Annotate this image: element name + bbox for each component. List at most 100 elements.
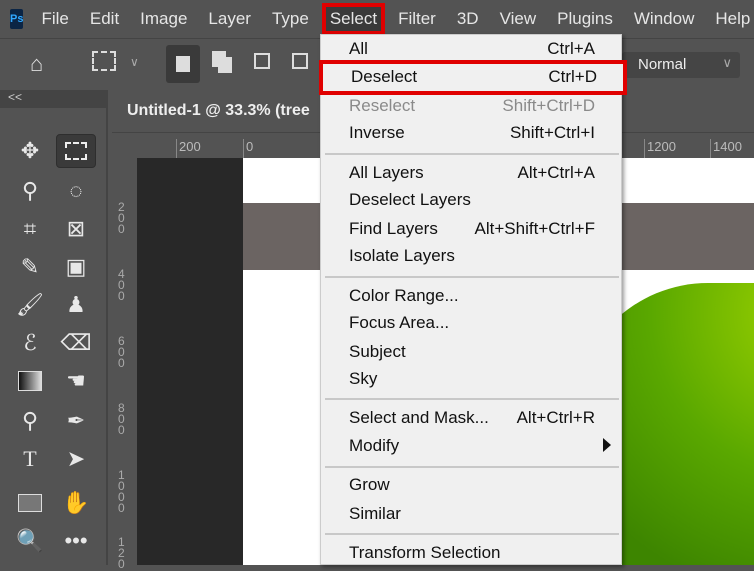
eraser-tool-icon[interactable]: ⌫	[56, 326, 96, 360]
label: Grow	[349, 475, 390, 494]
ruler-label: 1200	[644, 139, 676, 159]
menu-item-focus-area[interactable]: Focus Area...	[321, 310, 621, 337]
blend-mode-dropdown[interactable]: Normal ∨	[622, 52, 740, 78]
ruler-label: 1000	[118, 468, 125, 515]
label: Isolate Layers	[349, 246, 455, 265]
chevron-down-icon[interactable]: ∨	[130, 55, 139, 69]
brush-tool-icon[interactable]: 🖌	[10, 288, 50, 322]
pasteboard	[137, 158, 243, 565]
menu-item-find-layers[interactable]: Find Layers Alt+Shift+Ctrl+F	[321, 216, 621, 243]
menu-item-modify[interactable]: Modify	[321, 433, 621, 460]
smudge-tool-icon[interactable]: ☚	[56, 364, 96, 398]
ruler-label: 600	[118, 334, 125, 370]
tools-panel: << ✥ ⚲ ◌ ⌗ ⊠ ✎ ▣ 🖌 ♟ ℰ ⌫ ☚ ⚲ ✒ T ➤ ✋ 🔍 •…	[0, 90, 108, 565]
menu-image[interactable]: Image	[136, 7, 191, 31]
menu-window[interactable]: Window	[630, 7, 698, 31]
menu-layer[interactable]: Layer	[204, 7, 255, 31]
shortcut: Ctrl+A	[547, 39, 595, 58]
add-selection-button[interactable]	[212, 51, 226, 67]
menu-item-transform-selection[interactable]: Transform Selection	[321, 540, 621, 567]
select-menu-dropdown: All Ctrl+A Deselect Ctrl+D Reselect Shift+C…	[319, 34, 627, 567]
more-tools-icon[interactable]: •••	[56, 524, 96, 558]
shortcut: Alt+Shift+Ctrl+F	[474, 219, 595, 238]
menu-item-all[interactable]: All Ctrl+A	[321, 36, 621, 63]
menu-separator	[325, 153, 619, 155]
history-brush-tool-icon[interactable]: ℰ	[10, 326, 50, 360]
ruler-label: 800	[118, 401, 125, 437]
shortcut: Alt+Ctrl+R	[516, 408, 595, 427]
menu-3d[interactable]: 3D	[453, 7, 483, 31]
document-tab[interactable]: Untitled-1 @ 33.3% (tree	[112, 92, 332, 130]
new-selection-button[interactable]	[166, 45, 200, 83]
home-icon[interactable]: ⌂	[30, 51, 43, 77]
label: Deselect Layers	[349, 190, 471, 209]
frame-tool-icon[interactable]: ⊠	[56, 212, 96, 246]
label: All Layers	[349, 163, 424, 182]
healing-brush-tool-icon[interactable]: ▣	[56, 250, 96, 284]
label: Transform Selection	[349, 543, 501, 562]
menu-separator	[325, 398, 619, 400]
menu-plugins[interactable]: Plugins	[553, 7, 617, 31]
menu-edit[interactable]: Edit	[86, 7, 123, 31]
marquee-preset-icon[interactable]	[92, 51, 116, 71]
menu-file[interactable]: File	[37, 7, 72, 31]
shortcut: Shift+Ctrl+I	[509, 123, 595, 142]
gradient-tool-icon[interactable]	[10, 364, 50, 398]
menu-item-subject[interactable]: Subject	[321, 339, 621, 366]
dodge-tool-icon[interactable]: ⚲	[10, 404, 50, 438]
menu-item-deselect-layers[interactable]: Deselect Layers	[321, 187, 621, 214]
label: Color Range...	[349, 286, 459, 305]
type-tool-icon[interactable]: T	[10, 442, 50, 476]
menu-item-sky[interactable]: Sky	[321, 366, 621, 393]
collapse-panel-button[interactable]: <<	[0, 90, 106, 108]
rectangle-tool-icon[interactable]	[10, 486, 50, 520]
label: Focus Area...	[349, 313, 450, 332]
menu-help[interactable]: Help	[711, 7, 754, 31]
menu-item-inverse[interactable]: Inverse Shift+Ctrl+I	[321, 120, 621, 147]
menu-view[interactable]: View	[496, 7, 541, 31]
label: Subject	[349, 342, 406, 361]
move-tool-icon[interactable]: ✥	[10, 134, 50, 168]
label: Select and Mask...	[349, 408, 489, 427]
vertical-ruler: 200 400 600 800 1000 120	[112, 158, 137, 570]
pen-tool-icon[interactable]: ✒	[56, 404, 96, 438]
hand-tool-icon[interactable]: ✋	[56, 486, 96, 520]
quick-selection-tool-icon[interactable]: ◌	[56, 174, 96, 208]
menu-item-all-layers[interactable]: All Layers Alt+Ctrl+A	[321, 160, 621, 187]
menu-item-select-and-mask[interactable]: Select and Mask... Alt+Ctrl+R	[321, 405, 621, 432]
ruler-label: 400	[118, 267, 125, 303]
label: Reselect	[349, 96, 416, 115]
menu-item-color-range[interactable]: Color Range...	[321, 283, 621, 310]
menu-filter[interactable]: Filter	[394, 7, 440, 31]
label: Sky	[349, 369, 378, 388]
menu-item-similar[interactable]: Similar	[321, 501, 621, 528]
label: Deselect	[351, 67, 418, 86]
ruler-label: 1400	[710, 139, 742, 159]
crop-tool-icon[interactable]: ⌗	[10, 212, 50, 246]
clone-stamp-tool-icon[interactable]: ♟	[56, 288, 96, 322]
menu-select[interactable]: Select	[321, 3, 386, 35]
path-selection-tool-icon[interactable]: ➤	[56, 442, 96, 476]
ruler-label: 200	[118, 200, 125, 236]
zoom-tool-icon[interactable]: 🔍	[10, 524, 50, 558]
menu-type[interactable]: Type	[268, 7, 313, 31]
label: Modify	[349, 436, 400, 455]
eyedropper-tool-icon[interactable]: ✎	[10, 250, 50, 284]
menu-bar: Ps File Edit Image Layer Type Select Fil…	[0, 0, 754, 38]
menu-separator	[325, 466, 619, 468]
label: Find Layers	[349, 219, 438, 238]
label: Inverse	[349, 123, 405, 142]
menu-item-grow[interactable]: Grow	[321, 472, 621, 499]
intersect-selection-button[interactable]	[292, 53, 308, 69]
ruler-label: 200	[176, 139, 201, 159]
label: All	[349, 39, 368, 58]
blend-mode-value: Normal	[638, 56, 687, 73]
menu-separator	[325, 533, 619, 535]
ruler-label: 120	[118, 535, 125, 571]
marquee-tool-icon[interactable]	[56, 134, 96, 168]
subtract-selection-button[interactable]	[254, 53, 270, 69]
menu-item-isolate-layers[interactable]: Isolate Layers	[321, 243, 621, 270]
menu-item-deselect[interactable]: Deselect Ctrl+D	[319, 60, 627, 95]
lasso-tool-icon[interactable]: ⚲	[10, 174, 50, 208]
photoshop-logo: Ps	[10, 9, 24, 29]
